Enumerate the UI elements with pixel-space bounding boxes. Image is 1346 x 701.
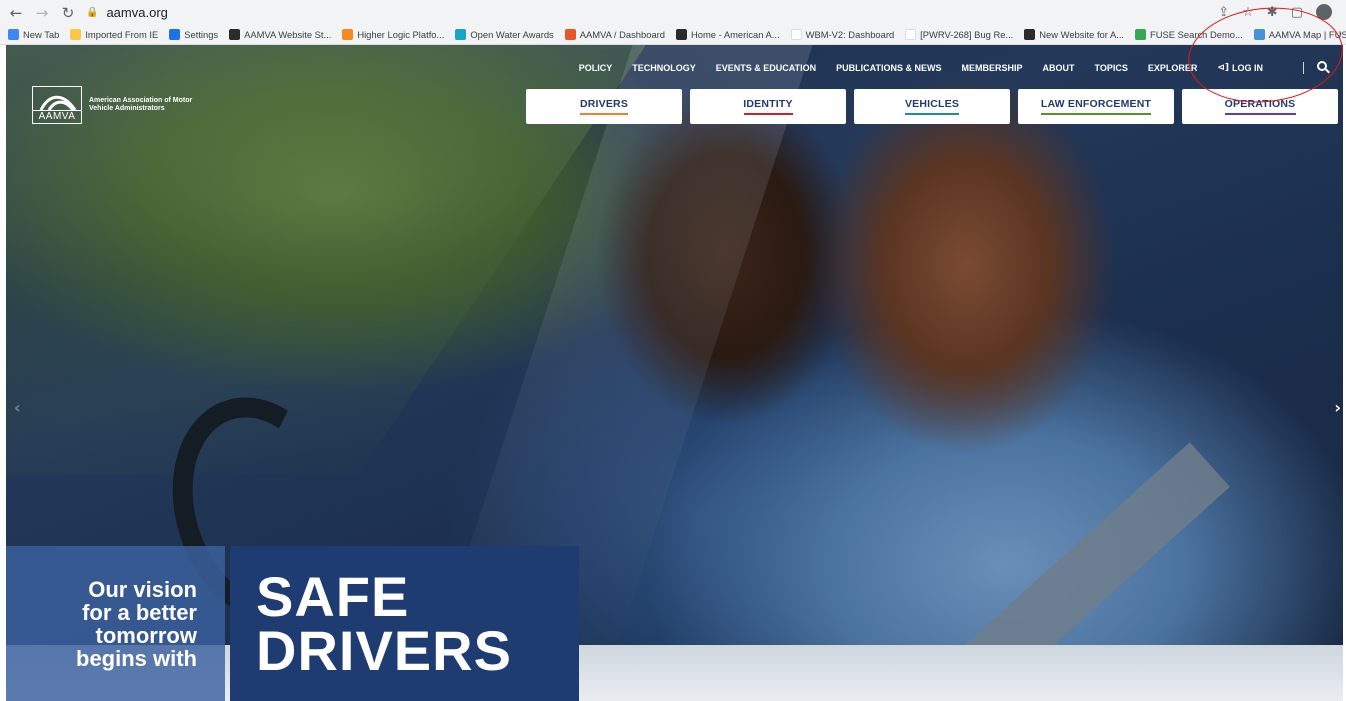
bookmark-favicon-icon [70, 29, 82, 40]
audience-button-law-enforcement[interactable]: LAW ENFORCEMENT [1018, 89, 1174, 124]
audience-button-underline [1224, 113, 1296, 115]
audience-button-underline [905, 113, 959, 115]
bookmark-favicon-icon [905, 29, 917, 40]
bookmark-item[interactable]: Settings [169, 29, 218, 40]
headline-panel: SAFE DRIVERS [230, 546, 579, 701]
tagline-panel: Our vision for a better tomorrow begins … [6, 546, 225, 701]
forward-icon[interactable]: → [32, 3, 52, 23]
address-bar[interactable]: 🔒 aamva.org [86, 3, 168, 23]
logo-org-name: American Association of Motor Vehicle Ad… [89, 96, 193, 113]
audience-button-vehicles[interactable]: VEHICLES [854, 89, 1010, 124]
bookmark-favicon-icon [342, 29, 354, 40]
bookmark-item[interactable]: Imported From IE [70, 29, 158, 40]
tagline-text: Our vision for a better tomorrow begins … [76, 576, 197, 671]
headline-line-2: DRIVERS [256, 618, 512, 682]
audience-button-label: LAW ENFORCEMENT [1040, 98, 1152, 110]
bookmark-item[interactable]: [PWRV-268] Bug Re... [905, 29, 1013, 40]
headline-line-1: SAFE [256, 564, 410, 628]
audience-button-label: VEHICLES [904, 98, 960, 110]
bookmark-label: New Website for A... [1039, 29, 1125, 40]
bookmark-item[interactable]: New Tab [8, 29, 59, 40]
nav-technology[interactable]: TECHNOLOGY [632, 63, 696, 73]
nav-about[interactable]: ABOUT [1042, 63, 1074, 73]
nav-policy[interactable]: POLICY [579, 63, 613, 73]
nav-topics[interactable]: TOPICS [1094, 63, 1127, 73]
bookmark-label: [PWRV-268] Bug Re... [920, 29, 1014, 40]
bookmark-label: Open Water Awards [470, 29, 554, 40]
audience-button-label: IDENTITY [743, 98, 793, 110]
bookmark-favicon-icon [229, 29, 241, 40]
bookmark-favicon-icon [1024, 29, 1036, 40]
bookmark-favicon-icon [455, 29, 467, 40]
bookmarks-bar: New Tab Imported From IE Settings AAMVA Web… [0, 25, 1346, 45]
bookmark-label: Higher Logic Platfo... [357, 29, 445, 40]
back-icon[interactable]: ← [6, 3, 26, 23]
bookmark-item[interactable]: New Website for A... [1024, 29, 1124, 40]
audience-button-drivers[interactable]: DRIVERS [526, 89, 682, 124]
reload-icon[interactable]: ↻ [58, 3, 78, 23]
bookmark-favicon-icon [8, 29, 19, 40]
audience-button-underline [1041, 113, 1151, 115]
carousel-prev-icon[interactable]: ‹ [14, 398, 21, 417]
browser-toolbar: ← → ↻ 🔒 aamva.org ⇪ ☆ ✱ ▢ [0, 0, 1346, 25]
logo-mark: AAMVA [32, 86, 82, 124]
url-text[interactable]: aamva.org [106, 5, 167, 20]
bookmark-label: AAMVA Website St... [244, 29, 332, 40]
nav-publications-news[interactable]: PUBLICATIONS & NEWS [836, 63, 941, 73]
audience-button-underline [580, 113, 628, 115]
lock-icon: 🔒 [86, 7, 99, 18]
bookmark-item[interactable]: AAMVA Website St... [229, 29, 331, 40]
bookmark-item[interactable]: AAMVA / Dashboard [564, 29, 666, 40]
carousel-next-icon[interactable]: › [1334, 398, 1341, 417]
bookmark-favicon-icon [790, 29, 802, 40]
bookmark-label: WBM-V2: Dashboard [805, 29, 895, 40]
audience-button-label: DRIVERS [579, 98, 629, 110]
bookmark-favicon-icon [169, 29, 181, 40]
audience-button-underline [743, 113, 793, 115]
bookmark-label: Imported From IE [85, 29, 159, 40]
nav-membership[interactable]: MEMBERSHIP [961, 63, 1022, 73]
hero-banner: AAMVA American Association of Motor Vehi… [6, 45, 1343, 701]
bookmark-favicon-icon [676, 29, 688, 40]
bookmark-favicon-icon [1135, 29, 1147, 40]
bookmark-label: New Tab [23, 29, 60, 40]
bookmark-item[interactable]: Home - American A... [676, 29, 780, 40]
audience-button-identity[interactable]: IDENTITY [690, 89, 846, 124]
bookmark-item[interactable]: Open Water Awards [455, 29, 554, 40]
bookmark-item[interactable]: WBM-V2: Dashboard [790, 29, 895, 40]
bookmark-item[interactable]: Higher Logic Platfo... [342, 29, 444, 40]
bookmark-label: Home - American A... [691, 29, 780, 40]
bookmark-label: Settings [184, 29, 219, 40]
logo-swoosh-icon [39, 95, 77, 111]
bookmark-label: AAMVA / Dashboard [579, 29, 666, 40]
site-logo[interactable]: AAMVA American Association of Motor Vehi… [32, 86, 209, 124]
nav-events-education[interactable]: EVENTS & EDUCATION [716, 63, 816, 73]
bookmark-favicon-icon [564, 29, 576, 40]
